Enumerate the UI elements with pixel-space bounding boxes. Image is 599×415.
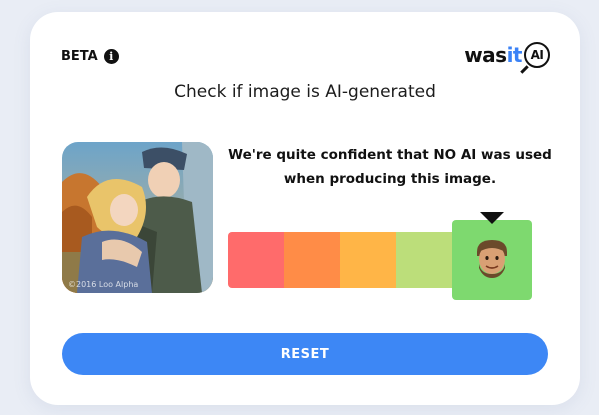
verdict-line-1: We're quite confident that NO AI was use… bbox=[228, 147, 552, 163]
magnifier-icon: AI bbox=[524, 42, 550, 68]
scale-level-1 bbox=[228, 232, 284, 288]
wasitai-logo[interactable]: was it AI bbox=[464, 42, 550, 68]
scale-level-3 bbox=[340, 232, 396, 288]
uploaded-image-illustration bbox=[62, 142, 213, 293]
selected-level-pointer bbox=[480, 212, 504, 224]
uploaded-image: ©2016 Loo Alpha bbox=[62, 142, 213, 293]
logo-text-main: was bbox=[464, 43, 507, 67]
reset-button[interactable]: RESET bbox=[62, 333, 548, 375]
detector-card: BETA i was it AI Check if image is AI-ge… bbox=[30, 12, 580, 405]
logo-text-accent: it bbox=[506, 43, 523, 67]
scale-level-4 bbox=[396, 232, 452, 288]
image-caption: ©2016 Loo Alpha bbox=[68, 280, 139, 289]
info-icon[interactable]: i bbox=[103, 49, 119, 64]
page-subtitle: Check if image is AI-generated bbox=[174, 82, 436, 102]
verdict-text: We're quite confident that NO AI was use… bbox=[220, 143, 560, 191]
scale-level-2 bbox=[284, 232, 340, 288]
beta-text: BETA bbox=[61, 49, 98, 64]
scale-level-5-selected bbox=[452, 220, 532, 300]
beta-label: BETA i bbox=[61, 49, 119, 64]
person-emoji-icon bbox=[477, 240, 507, 278]
verdict-line-2: when producing this image. bbox=[283, 171, 497, 187]
logo-badge-text: AI bbox=[530, 48, 544, 62]
